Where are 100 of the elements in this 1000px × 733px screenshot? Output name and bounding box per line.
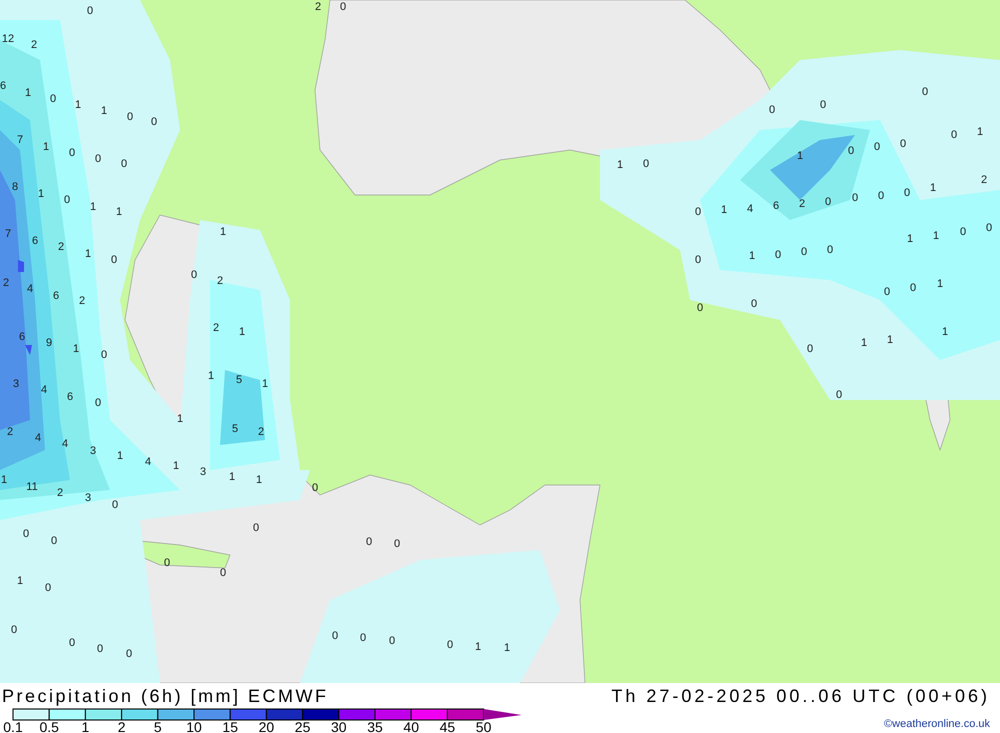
map-value-label: 0 bbox=[774, 249, 782, 261]
map-value-label: 0 bbox=[50, 93, 56, 105]
map-value-label: 2 bbox=[798, 198, 806, 210]
map-value-label: 0 bbox=[768, 104, 776, 116]
map-value-label: 3 bbox=[200, 466, 206, 478]
map-value-label: 0 bbox=[642, 158, 650, 170]
map-value-label: 11 bbox=[26, 481, 38, 493]
chart-title: Precipitation (6h) [mm] ECMWF bbox=[2, 685, 330, 707]
map-value-label: 2 bbox=[212, 322, 220, 334]
map-value-label: 0 bbox=[696, 302, 704, 314]
valid-time: Th 27-02-2025 00..06 UTC (00+06) bbox=[611, 685, 990, 707]
map-value-label: 0 bbox=[878, 190, 884, 202]
map-value-label: 2 bbox=[56, 487, 64, 499]
map-value-label: 0 bbox=[110, 254, 118, 266]
legend-tick-label: 50 bbox=[476, 719, 492, 733]
map-value-label: 2 bbox=[216, 275, 224, 287]
map-value-label: 1 bbox=[906, 233, 914, 245]
map-value-label: 1 bbox=[72, 343, 80, 355]
map-value-label: 0 bbox=[94, 153, 102, 165]
map-value-label: 0 bbox=[366, 536, 372, 548]
map-value-label: 1 bbox=[90, 201, 96, 213]
map-value-label: 4 bbox=[746, 203, 754, 215]
map-value-label: 2 bbox=[30, 39, 38, 51]
map-value-label: 0 bbox=[826, 244, 834, 256]
map-value-label: 5 bbox=[236, 374, 242, 386]
map-value-label: 1 bbox=[504, 642, 510, 654]
legend-tick-label: 0.5 bbox=[39, 719, 59, 733]
credit-link[interactable]: ©weatheronline.co.uk bbox=[884, 716, 990, 732]
map-value-label: 0 bbox=[750, 298, 758, 310]
map-value-label: 2 bbox=[58, 241, 64, 253]
map-value-label: 4 bbox=[34, 432, 42, 444]
map-value-label: 0 bbox=[94, 397, 102, 409]
map-value-label: 1 bbox=[84, 248, 92, 260]
map-value-label: 0 bbox=[86, 5, 94, 17]
map-value-label: 0 bbox=[904, 187, 910, 199]
legend-tick-label: 1 bbox=[82, 719, 90, 733]
map-value-label: 7 bbox=[4, 228, 12, 240]
map-value-label: 2 bbox=[78, 295, 86, 307]
map-value-label: 1 bbox=[936, 278, 944, 290]
map-value-label: 0 bbox=[694, 206, 702, 218]
map-value-label: 2 bbox=[314, 1, 322, 13]
map-value-label: 0 bbox=[852, 192, 858, 204]
map-value-label: 0 bbox=[64, 194, 70, 206]
map-value-label: 0 bbox=[694, 254, 702, 266]
map-value-label: 0 bbox=[836, 389, 842, 401]
map-value-label: 0 bbox=[126, 111, 134, 123]
map-value-label: 1 bbox=[860, 337, 868, 349]
map-value-label: 1 bbox=[262, 378, 268, 390]
legend-tick-label: 30 bbox=[331, 719, 347, 733]
map-value-label: 0 bbox=[950, 129, 958, 141]
map-value-label: 1 bbox=[24, 87, 32, 99]
legend-tick-label: 35 bbox=[367, 719, 383, 733]
map-value-label: 1 bbox=[886, 334, 894, 346]
map-value-label: 3 bbox=[12, 378, 20, 390]
map-value-label: 1 bbox=[796, 150, 804, 162]
map-value-label: 0 bbox=[820, 99, 826, 111]
map-value-label: 0 bbox=[10, 624, 18, 636]
map-value-label: 4 bbox=[26, 283, 34, 295]
map-value-label: 3 bbox=[84, 492, 92, 504]
map-value-label: 0 bbox=[164, 557, 170, 569]
map-value-label: 7 bbox=[16, 134, 24, 146]
map-value-label: 0 bbox=[50, 535, 58, 547]
map-value-label: 0 bbox=[126, 648, 132, 660]
map-value-label: 1 bbox=[74, 99, 82, 111]
map-value-label: 1 bbox=[208, 370, 214, 382]
map-value-label: 1 bbox=[220, 226, 226, 238]
map-value-label: 3 bbox=[90, 445, 96, 457]
map-value-label: 0 bbox=[252, 522, 260, 534]
map-value-label: 0 bbox=[388, 635, 396, 647]
map-value-label: 12 bbox=[2, 33, 14, 45]
map-value-label: 4 bbox=[144, 456, 152, 468]
map-value-label: 0 bbox=[312, 482, 318, 494]
map-value-label: 0 bbox=[100, 349, 108, 361]
legend-tick-label: 5 bbox=[154, 719, 162, 733]
map-value-label: 4 bbox=[62, 438, 68, 450]
map-value-label: 1 bbox=[176, 413, 184, 425]
map-value-label: 1 bbox=[474, 641, 482, 653]
map-value-label: 1 bbox=[42, 141, 50, 153]
map-value-label: 0 bbox=[900, 138, 906, 150]
legend-tick-label: 15 bbox=[222, 719, 238, 733]
map-value-label: 2 bbox=[258, 426, 264, 438]
map-value-label: 0 bbox=[68, 637, 76, 649]
map-value-label: 1 bbox=[932, 230, 940, 242]
map-value-label: 1 bbox=[616, 159, 624, 171]
legend-tick-label: 10 bbox=[186, 719, 202, 733]
map-value-label: 1 bbox=[976, 126, 984, 138]
map-value-label: 1 bbox=[720, 204, 728, 216]
map-value-label: 0 bbox=[848, 145, 854, 157]
map-value-label: 0 bbox=[220, 567, 226, 579]
map-value-label: 1 bbox=[0, 474, 8, 486]
map-value-label: 0 bbox=[190, 269, 198, 281]
map-value-label: 0 bbox=[446, 639, 454, 651]
legend-tick-label: 20 bbox=[258, 719, 274, 733]
legend-tick-label: 0.1 bbox=[3, 719, 23, 733]
map-value-label: 0 bbox=[332, 630, 338, 642]
map-value-label: 0 bbox=[112, 499, 118, 511]
map-value-label: 0 bbox=[68, 147, 76, 159]
map-value-label: 0 bbox=[824, 196, 832, 208]
map-value-label: 2 bbox=[2, 277, 10, 289]
map-value-label: 0 bbox=[360, 632, 366, 644]
